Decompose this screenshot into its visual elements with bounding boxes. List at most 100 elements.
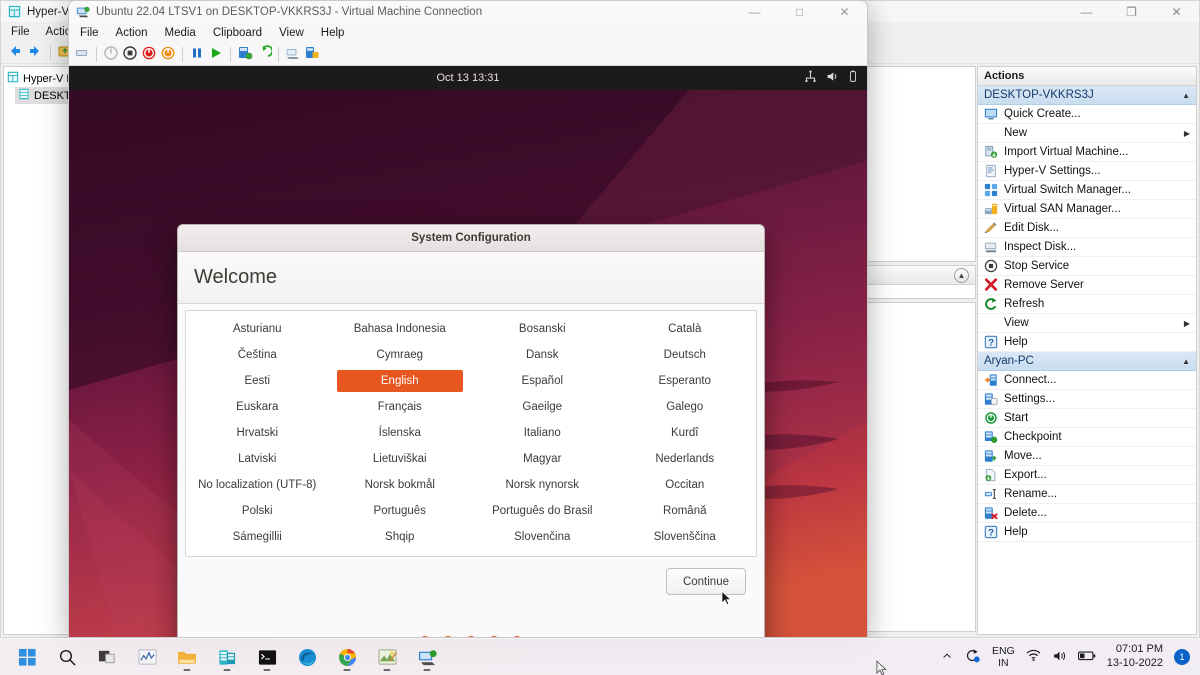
language-option[interactable]: Dansk	[471, 342, 614, 368]
pagination-dot[interactable]	[488, 636, 500, 637]
terminal-button[interactable]	[252, 642, 282, 672]
language-option[interactable]: Norsk bokmål	[329, 472, 472, 498]
action-item-hyper-v-settings[interactable]: Hyper-V Settings...	[978, 162, 1196, 181]
continue-button[interactable]: Continue	[665, 568, 746, 595]
action-item-edit-disk[interactable]: Edit Disk...	[978, 219, 1196, 238]
action-item-settings[interactable]: Settings...	[978, 390, 1196, 409]
ubuntu-clock[interactable]: Oct 13 13:31	[437, 72, 500, 84]
widgets-button[interactable]	[132, 642, 162, 672]
vm-menu-help[interactable]: Help	[321, 27, 345, 39]
language-indicator[interactable]: ENG IN	[992, 645, 1015, 669]
notification-badge[interactable]: 1	[1174, 649, 1190, 665]
language-option[interactable]: Asturianu	[186, 316, 329, 342]
vm-menu-file[interactable]: File	[80, 27, 99, 39]
language-option[interactable]: Español	[471, 368, 614, 394]
vmconnect-close-button[interactable]: ✕	[822, 1, 867, 23]
reset-orange-icon[interactable]	[160, 45, 176, 64]
back-arrow-icon[interactable]	[7, 43, 23, 62]
tree-item-hyper-v-manager[interactable]: Hyper-V Man	[4, 70, 74, 87]
battery-icon[interactable]	[1077, 650, 1096, 665]
language-option[interactable]: Català	[614, 316, 757, 342]
action-item-help[interactable]: ? Help	[978, 523, 1196, 542]
language-option[interactable]: Sámegillii	[186, 524, 329, 550]
forward-arrow-icon[interactable]	[27, 43, 43, 62]
chevron-up-icon[interactable]: ▲	[1182, 357, 1190, 366]
hyper-v-menu-file[interactable]: File	[11, 26, 30, 38]
chevron-up-icon[interactable]	[941, 650, 953, 665]
language-option[interactable]: Euskara	[186, 394, 329, 420]
settings-icon[interactable]	[304, 45, 320, 64]
language-option[interactable]: Română	[614, 498, 757, 524]
hyper-v-manager-button[interactable]	[212, 642, 242, 672]
action-item-remove-server[interactable]: Remove Server	[978, 276, 1196, 295]
actions-group-header-2[interactable]: Aryan-PC ▲	[978, 352, 1196, 371]
chevron-up-icon[interactable]: ▲	[1182, 91, 1190, 100]
pagination-dot[interactable]	[419, 636, 431, 637]
language-option[interactable]: Shqip	[329, 524, 472, 550]
language-option[interactable]: Hrvatski	[186, 420, 329, 446]
pagination-dot[interactable]	[465, 636, 477, 637]
language-option[interactable]: Français	[329, 394, 472, 420]
sync-status-icon[interactable]	[964, 648, 981, 666]
language-option[interactable]: Nederlands	[614, 446, 757, 472]
paint-button[interactable]	[372, 642, 402, 672]
language-option[interactable]: Português do Brasil	[471, 498, 614, 524]
action-item-quick-create[interactable]: Quick Create...	[978, 105, 1196, 124]
language-option[interactable]: Deutsch	[614, 342, 757, 368]
turn-off-icon[interactable]	[122, 45, 138, 64]
action-item-export[interactable]: Export...	[978, 466, 1196, 485]
vmconnect-maximize-button[interactable]: □	[777, 1, 822, 23]
vm-menu-action[interactable]: Action	[116, 27, 148, 39]
action-item-virtual-switch-manager[interactable]: Virtual Switch Manager...	[978, 181, 1196, 200]
action-item-view[interactable]: View ▶	[978, 314, 1196, 333]
action-item-connect[interactable]: Connect...	[978, 371, 1196, 390]
action-item-stop-service[interactable]: Stop Service	[978, 257, 1196, 276]
language-option[interactable]: Čeština	[186, 342, 329, 368]
volume-icon[interactable]	[1052, 649, 1067, 666]
tree-item-desktop[interactable]: DESKTOP	[15, 87, 74, 104]
power-off-red-icon[interactable]	[141, 45, 157, 64]
search-button[interactable]	[52, 642, 82, 672]
action-item-move[interactable]: Move...	[978, 447, 1196, 466]
language-option[interactable]: Eesti	[186, 368, 329, 394]
file-explorer-button[interactable]	[172, 642, 202, 672]
vmconnect-minimize-button[interactable]: —	[732, 1, 777, 23]
vm-menu-clipboard[interactable]: Clipboard	[213, 27, 262, 39]
language-option[interactable]: Kurdî	[614, 420, 757, 446]
ctrl-alt-del-icon[interactable]	[74, 45, 90, 64]
language-option[interactable]: Bosanski	[471, 316, 614, 342]
language-option[interactable]: Slovenščina	[614, 524, 757, 550]
task-view-button[interactable]	[92, 642, 122, 672]
checkpoint-icon[interactable]	[237, 45, 253, 64]
language-option[interactable]: Gaeilge	[471, 394, 614, 420]
chevron-up-icon[interactable]: ▲	[954, 267, 969, 283]
action-item-refresh[interactable]: Refresh	[978, 295, 1196, 314]
action-item-new[interactable]: New ▶	[978, 124, 1196, 143]
pagination-dot[interactable]	[442, 636, 454, 637]
action-item-inspect-disk[interactable]: Inspect Disk...	[978, 238, 1196, 257]
edge-button[interactable]	[292, 642, 322, 672]
vm-menu-media[interactable]: Media	[165, 27, 196, 39]
language-option[interactable]: Lietuviškai	[329, 446, 472, 472]
shutdown-icon[interactable]	[103, 45, 119, 64]
start-play-icon[interactable]	[208, 45, 224, 64]
action-item-start[interactable]: Start	[978, 409, 1196, 428]
hyper-v-minimize-button[interactable]: —	[1064, 1, 1109, 22]
enhanced-session-icon[interactable]	[285, 45, 301, 64]
revert-icon[interactable]	[256, 44, 274, 64]
language-option[interactable]: Polski	[186, 498, 329, 524]
language-option[interactable]: Íslenska	[329, 420, 472, 446]
action-item-checkpoint[interactable]: Checkpoint	[978, 428, 1196, 447]
language-option[interactable]: Português	[329, 498, 472, 524]
action-item-virtual-san-manager[interactable]: Virtual SAN Manager...	[978, 200, 1196, 219]
taskbar-clock[interactable]: 07:01 PM 13-10-2022	[1107, 643, 1163, 671]
language-option[interactable]: Occitan	[614, 472, 757, 498]
language-option[interactable]: Magyar	[471, 446, 614, 472]
pause-icon[interactable]	[189, 45, 205, 64]
chrome-button[interactable]	[332, 642, 362, 672]
action-item-import-virtual-machine[interactable]: Import Virtual Machine...	[978, 143, 1196, 162]
pagination-dot[interactable]	[511, 636, 523, 637]
hyper-v-maximize-button[interactable]: ❐	[1109, 1, 1154, 22]
action-item-delete[interactable]: Delete...	[978, 504, 1196, 523]
vmconnect-button[interactable]	[412, 642, 442, 672]
